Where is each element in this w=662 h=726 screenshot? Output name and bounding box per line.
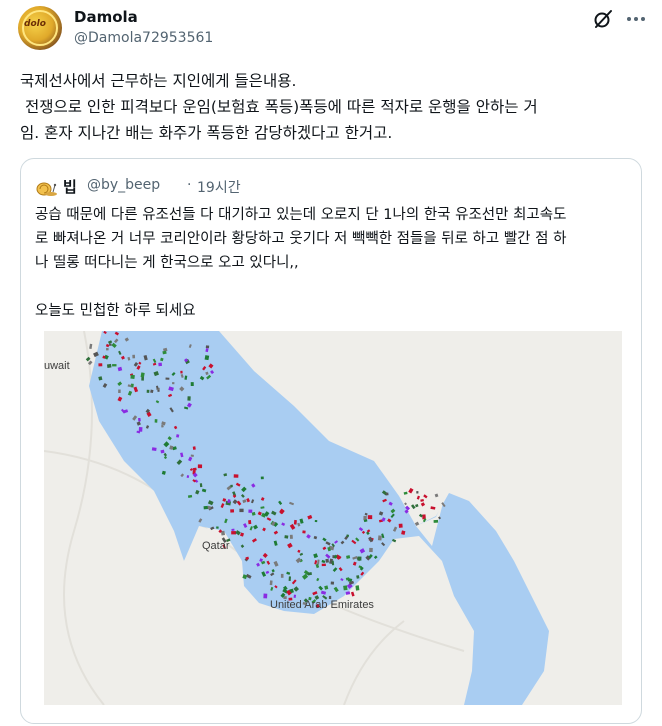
vessel-dot	[112, 364, 117, 367]
more-horizontal-icon[interactable]	[624, 8, 648, 30]
vessel-dot	[216, 526, 219, 529]
vessel-dot	[314, 520, 318, 523]
vessel-dot	[230, 509, 235, 513]
vessel-dot	[106, 348, 109, 351]
post-text: 국제선사에서 근무하는 지인에게 들은내용. 전쟁으로 인한 피격보다 운임(보…	[20, 72, 538, 142]
vessel-dot	[172, 381, 175, 385]
vessel-dot	[146, 389, 150, 393]
vessel-dot	[233, 474, 239, 478]
vessel-dot	[205, 345, 210, 349]
vessel-dot	[239, 508, 244, 513]
vessel-dot	[231, 531, 236, 535]
label-qatar: Qatar	[202, 540, 230, 552]
vessel-dot	[230, 484, 233, 488]
vessel-dot	[346, 534, 350, 538]
vessel-dot	[355, 585, 360, 591]
vessel-dot	[269, 580, 273, 586]
vessel-dot	[118, 389, 121, 393]
vessel-dot	[289, 534, 293, 539]
author-display-name[interactable]: Damola	[74, 8, 138, 26]
vessel-dot	[369, 547, 373, 553]
vessel-dot	[165, 377, 170, 380]
vessel-dot	[248, 509, 253, 513]
vessel-dot	[130, 374, 135, 380]
grok-slash-icon[interactable]	[592, 8, 614, 30]
vessel-dot	[293, 519, 297, 525]
vessel-dot	[204, 355, 210, 361]
vessel-dot	[190, 382, 194, 387]
vessel-dot	[343, 585, 348, 591]
quote-handle[interactable]: @by_beep	[87, 177, 160, 193]
vessel-dot	[157, 389, 160, 392]
tweet: dolo Damola @Damola72953561 국제선사에서 근무하는 …	[0, 0, 662, 726]
label-uae: United Arab Emirates	[270, 599, 374, 611]
vessel-dot	[330, 581, 335, 585]
vessel-dot	[231, 528, 235, 531]
vessel-dot	[187, 396, 191, 401]
quoted-tweet[interactable]: 빕 @by_beep · 19시간 공습 때문에 다른 유조선들 다 대기하고 …	[20, 158, 642, 724]
quote-timestamp[interactable]: 19시간	[197, 177, 241, 197]
vessel-dot	[321, 563, 326, 567]
vessel-dot	[98, 363, 103, 367]
avatar-text: dolo	[24, 19, 46, 29]
vessel-dot	[197, 464, 203, 469]
vessel-dot	[357, 556, 362, 561]
vessel-dot	[398, 523, 403, 528]
vessel-dot	[158, 362, 162, 367]
quote-separator: ·	[187, 177, 192, 193]
quote-display-name[interactable]: 빕	[63, 176, 77, 197]
vessel-dot	[248, 520, 252, 525]
vessel-dot	[132, 354, 136, 359]
label-kuwait: uwait	[44, 360, 70, 372]
snail-avatar-icon	[36, 182, 57, 196]
vessel-dot	[151, 447, 157, 452]
vessel-dot	[190, 454, 194, 457]
vessel-dot	[377, 535, 382, 541]
vessel-dot	[280, 573, 284, 578]
quote-text: 공습 때문에 다른 유조선들 다 대기하고 있는데 오로지 단 1나의 한국 유…	[35, 207, 567, 319]
vessel-dot	[154, 419, 158, 423]
persian-gulf-map: uwait Qatar United Arab Emirates	[44, 331, 622, 705]
vessel-dot	[160, 449, 165, 454]
vessel-dot	[302, 530, 306, 534]
vessel-dot	[416, 491, 419, 494]
vessel-dot	[433, 519, 439, 523]
vessel-dot	[260, 476, 264, 480]
author-handle[interactable]: @Damola72953561	[74, 30, 213, 46]
vessel-dot	[325, 558, 329, 563]
vessel-dot	[385, 492, 389, 496]
vessel-dot	[263, 593, 268, 599]
map-image[interactable]: uwait Qatar United Arab Emirates	[44, 331, 622, 705]
vessel-dot	[180, 370, 183, 374]
vessel-dot	[284, 535, 289, 539]
vessel-dot	[192, 446, 196, 450]
vessel-dot	[288, 576, 291, 581]
vessel-dot	[203, 505, 208, 510]
author-avatar[interactable]: dolo	[18, 6, 62, 50]
vessel-dot	[138, 417, 141, 422]
vessel-dot	[138, 427, 143, 432]
vessel-dot	[199, 483, 203, 488]
vessel-dot	[106, 363, 112, 368]
vessel-dot	[367, 515, 373, 520]
